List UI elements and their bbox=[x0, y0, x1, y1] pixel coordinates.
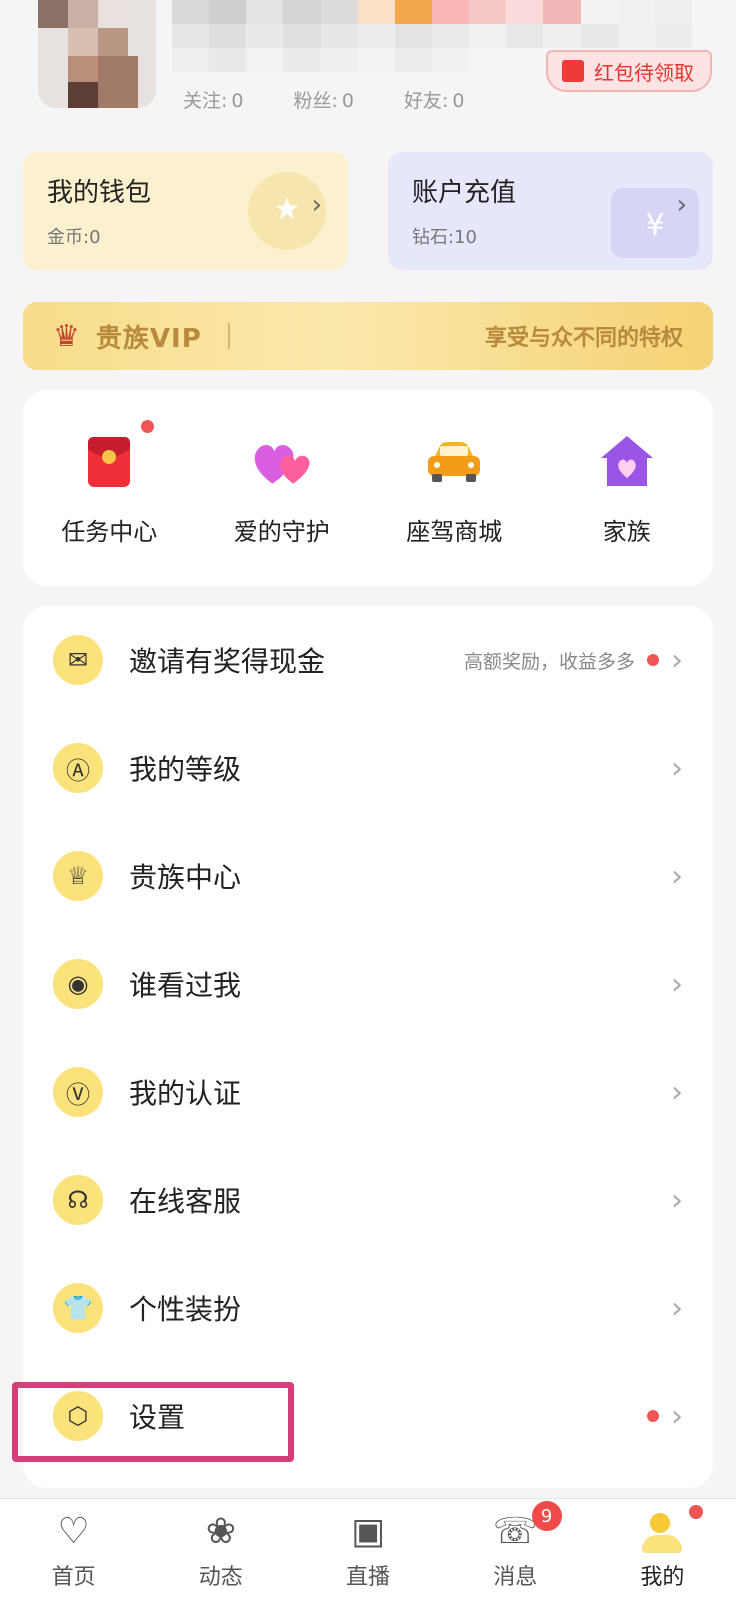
settings-hexagon-icon: ⬡ bbox=[53, 1391, 103, 1441]
red-packet-label: 红包待领取 bbox=[594, 60, 694, 85]
bottom-nav: ♡ 首页 ❀ 动态 ▣ 直播 ☏ 9 消息 我的 bbox=[0, 1498, 736, 1600]
nav-label: 首页 bbox=[51, 1565, 96, 1590]
me-icon bbox=[640, 1509, 684, 1553]
chevron-right-icon: › bbox=[671, 1182, 683, 1218]
wallet-card[interactable]: ★ 我的钱包 金币:0 › bbox=[23, 152, 348, 270]
vip-banner[interactable]: ♛ 贵族VIP 享受与众不同的特权 bbox=[23, 302, 713, 370]
menu-list: ✉ 邀请有奖得现金 高额奖励，收益多多 › Ⓐ 我的等级 › ♕ 贵族中心 › … bbox=[23, 606, 713, 1488]
notification-dot bbox=[647, 654, 659, 666]
grid-item-task-center[interactable]: 任务中心 bbox=[23, 420, 196, 586]
grid-item-car-mall[interactable]: 座驾商城 bbox=[368, 430, 541, 586]
red-packet-badge[interactable]: 红包待领取 bbox=[546, 50, 712, 92]
grid-label: 任务中心 bbox=[61, 518, 158, 546]
avatar[interactable] bbox=[38, 0, 156, 108]
grid-label: 座驾商城 bbox=[406, 518, 503, 546]
menu-label: 个性装扮 bbox=[129, 1293, 242, 1326]
hearts-icon bbox=[250, 430, 314, 494]
grid-label: 爱的守护 bbox=[233, 518, 330, 546]
menu-sub: 高额奖励，收益多多 bbox=[463, 650, 635, 673]
grid-item-family[interactable]: 家族 bbox=[541, 430, 714, 586]
menu-item-level[interactable]: Ⓐ 我的等级 › bbox=[23, 714, 713, 822]
profile-header: 红包待领取 关注: 0 粉丝: 0 好友: 0 bbox=[0, 0, 736, 130]
menu-item-settings[interactable]: ⬡ 设置 › bbox=[23, 1362, 713, 1470]
menu-label: 谁看过我 bbox=[129, 969, 242, 1002]
profile-stats: 关注: 0 粉丝: 0 好友: 0 bbox=[183, 86, 515, 113]
nav-label: 动态 bbox=[198, 1565, 243, 1590]
crown-icon: ♕ bbox=[53, 851, 103, 901]
menu-item-verification[interactable]: Ⓥ 我的认证 › bbox=[23, 1038, 713, 1146]
bouquet-icon: ❀ bbox=[205, 1510, 236, 1552]
menu-item-noble-center[interactable]: ♕ 贵族中心 › bbox=[23, 822, 713, 930]
divider bbox=[227, 323, 230, 349]
notification-dot bbox=[141, 420, 154, 433]
recharge-card[interactable]: ¥ 账户充值 钻石:10 › bbox=[388, 152, 713, 270]
chevron-right-icon: › bbox=[676, 190, 687, 220]
heart-home-icon: ♡ bbox=[57, 1510, 90, 1552]
menu-label: 在线客服 bbox=[129, 1185, 242, 1218]
level-medal-icon: Ⓐ bbox=[53, 743, 103, 793]
chevron-right-icon: › bbox=[311, 190, 322, 220]
chevron-right-icon: › bbox=[671, 750, 683, 786]
chevron-right-icon: › bbox=[671, 1074, 683, 1110]
eye-icon: ◉ bbox=[53, 959, 103, 1009]
grid-item-love-guard[interactable]: 爱的守护 bbox=[196, 430, 369, 586]
chevron-right-icon: › bbox=[671, 858, 683, 894]
nav-live[interactable]: ▣ 直播 bbox=[294, 1499, 441, 1600]
gift-icon bbox=[562, 60, 584, 82]
car-icon bbox=[422, 430, 486, 494]
stat-friends[interactable]: 好友: 0 bbox=[404, 86, 465, 113]
nav-me[interactable]: 我的 bbox=[589, 1499, 736, 1600]
vip-title: 贵族VIP bbox=[95, 323, 202, 354]
house-heart-icon bbox=[595, 430, 659, 494]
menu-item-invite[interactable]: ✉ 邀请有奖得现金 高额奖励，收益多多 › bbox=[23, 606, 713, 714]
chevron-right-icon: › bbox=[671, 642, 683, 678]
stat-following[interactable]: 关注: 0 bbox=[183, 86, 244, 113]
menu-label: 我的认证 bbox=[129, 1077, 242, 1110]
nav-label: 我的 bbox=[640, 1565, 685, 1590]
unread-badge: 9 bbox=[531, 1501, 562, 1531]
tshirt-icon: 👕 bbox=[53, 1283, 103, 1333]
nav-label: 消息 bbox=[493, 1565, 538, 1590]
nav-label: 直播 bbox=[346, 1565, 391, 1590]
menu-item-customer-service[interactable]: ☊ 在线客服 › bbox=[23, 1146, 713, 1254]
menu-label: 邀请有奖得现金 bbox=[129, 645, 326, 678]
nav-messages[interactable]: ☏ 9 消息 bbox=[442, 1499, 589, 1600]
chevron-right-icon: › bbox=[671, 1290, 683, 1326]
vip-slogan: 享受与众不同的特权 bbox=[484, 326, 683, 351]
nav-home[interactable]: ♡ 首页 bbox=[0, 1499, 147, 1600]
nav-moments[interactable]: ❀ 动态 bbox=[147, 1499, 294, 1600]
headset-icon: ☊ bbox=[53, 1175, 103, 1225]
crown-icon: ♛ bbox=[53, 318, 80, 354]
menu-item-visitors[interactable]: ◉ 谁看过我 › bbox=[23, 930, 713, 1038]
menu-label: 贵族中心 bbox=[129, 861, 242, 894]
menu-label: 设置 bbox=[129, 1401, 186, 1434]
verified-v-icon: Ⓥ bbox=[53, 1067, 103, 1117]
stat-fans[interactable]: 粉丝: 0 bbox=[294, 86, 355, 113]
chevron-right-icon: › bbox=[671, 966, 683, 1002]
red-envelope-icon bbox=[77, 430, 141, 494]
notification-dot bbox=[647, 1410, 659, 1422]
notification-dot bbox=[688, 1505, 703, 1519]
grid-label: 家族 bbox=[602, 518, 651, 546]
menu-item-dress-up[interactable]: 👕 个性装扮 › bbox=[23, 1254, 713, 1362]
live-tv-icon: ▣ bbox=[350, 1510, 385, 1552]
chevron-right-icon: › bbox=[671, 1398, 683, 1434]
function-grid: 任务中心 爱的守护 座驾商城 家族 bbox=[23, 390, 713, 586]
envelope-icon: ✉ bbox=[53, 635, 103, 685]
menu-label: 我的等级 bbox=[129, 753, 242, 786]
